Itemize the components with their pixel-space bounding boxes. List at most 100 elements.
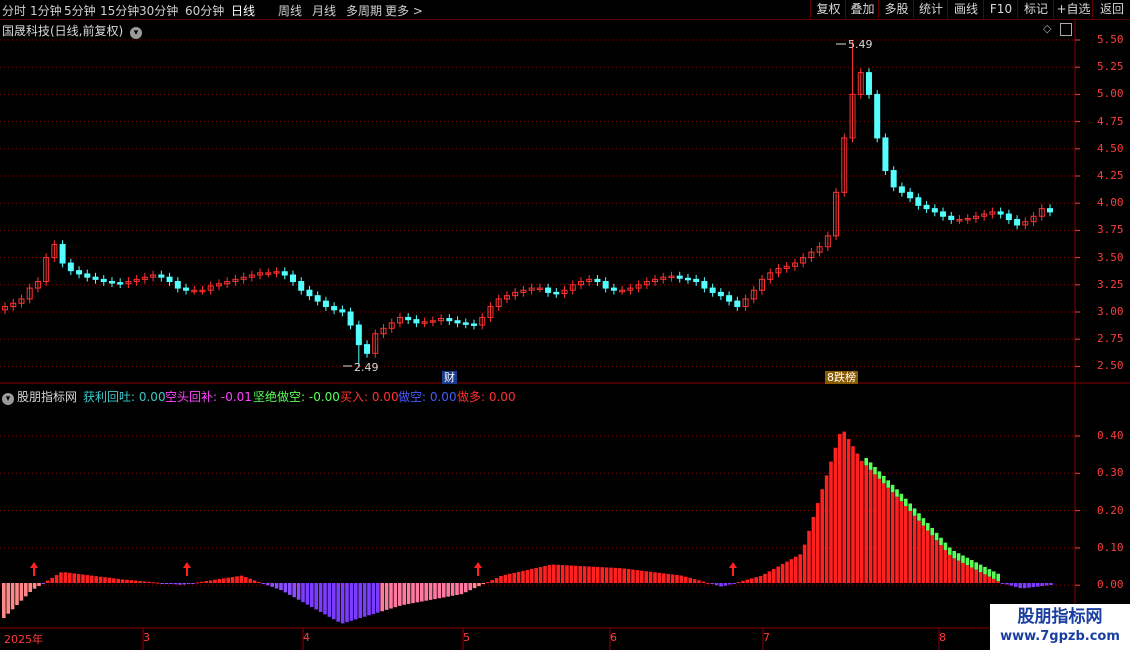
indicator-bar [675, 575, 679, 583]
indicator-bar [459, 583, 464, 595]
indicator-bar [547, 565, 552, 583]
candle-body [84, 273, 91, 278]
candle-body [339, 309, 346, 313]
indicator-bar [129, 580, 134, 583]
date-label: 8 [939, 631, 946, 644]
indicator-bar [230, 577, 235, 583]
indicator-bar [367, 583, 371, 616]
indicator-bar [1031, 583, 1036, 588]
indicator-bar-green [886, 480, 890, 488]
indicator-bar [908, 510, 912, 583]
candle-body [364, 344, 371, 354]
indicator-bar [28, 583, 32, 592]
indicator-bar [970, 567, 974, 583]
indicator-bar [178, 583, 182, 585]
panel-toggle-icon[interactable] [1060, 23, 1072, 36]
indicator-bar [965, 565, 970, 583]
indicator-bar [499, 575, 503, 583]
candle-body [347, 311, 354, 326]
chevron-down-icon[interactable]: ▾ [130, 27, 143, 39]
indicator-bar [248, 578, 252, 583]
indicator-bar [534, 567, 538, 583]
candle-body [322, 300, 329, 308]
indicator-value: 买入: 0.00 [340, 390, 399, 404]
indicator-bar [631, 569, 635, 583]
indicator-bar [926, 530, 930, 583]
price-tick-label: 5.00 [1097, 87, 1124, 101]
indicator-bar [15, 583, 19, 606]
indicator-bar [362, 583, 367, 617]
candle-body [306, 289, 313, 297]
indicator-bar [239, 575, 244, 583]
indicator-bar [125, 579, 129, 583]
indicator-bar [415, 583, 420, 603]
indicator-bar [816, 503, 820, 583]
dragon-tiger-tag[interactable]: 8跌榜 [825, 371, 858, 384]
high-price-label: 5.49 [848, 38, 873, 51]
indicator-bar [156, 582, 160, 584]
indicator-bar [719, 583, 723, 587]
candle-body [76, 270, 83, 275]
indicator-tick-label: 0.40 [1097, 429, 1124, 442]
indicator-bar-green [921, 518, 926, 526]
candle-body [931, 208, 938, 213]
candle-body [331, 306, 338, 311]
candle-body [602, 281, 609, 289]
indicator-bar [732, 583, 736, 584]
chevron-down-icon[interactable]: ▾ [2, 393, 14, 405]
candle-body [997, 211, 1004, 215]
indicator-bar [798, 554, 802, 583]
indicator-bar [164, 583, 169, 584]
date-label: 2025年 [4, 633, 43, 646]
indicator-title: ▾ 股朋指标网 [2, 388, 77, 405]
candle-body [67, 262, 74, 272]
indicator-bar [789, 559, 794, 583]
watermark-title: 股朋指标网 [1017, 607, 1103, 627]
indicator-bar [398, 583, 402, 606]
indicator-bar [961, 562, 965, 583]
candle-body [166, 276, 173, 283]
indicator-bar [596, 566, 600, 583]
indicator-bar [939, 545, 943, 583]
indicator-bar [600, 567, 604, 583]
indicator-bar [472, 583, 477, 589]
indicator-bar [679, 575, 684, 583]
indicator-bar [182, 583, 186, 585]
indicator-bar [684, 576, 688, 583]
indicator-bar [406, 583, 411, 604]
candle-body [174, 281, 181, 289]
indicator-bar [921, 525, 926, 583]
indicator-bar [1000, 583, 1005, 584]
indicator-bar [640, 570, 644, 583]
diamond-icon[interactable]: ◇ [1043, 22, 1051, 35]
indicator-value: 获利回吐: 0.00 [83, 390, 166, 404]
indicator-bar [723, 583, 728, 586]
indicator-bar-green [934, 532, 939, 541]
indicator-bar [873, 474, 877, 583]
indicator-bar [701, 581, 706, 583]
indicator-bar [670, 574, 675, 583]
indicator-value: 空头回补: -0.01 [165, 390, 252, 404]
indicator-bar-green [970, 560, 974, 568]
indicator-bar [868, 469, 873, 583]
indicator-bar [503, 574, 508, 583]
date-label: 7 [763, 631, 770, 644]
finance-tag[interactable]: 财 [442, 371, 457, 384]
indicator-bar [882, 483, 886, 583]
indicator-bar-green [987, 569, 992, 577]
candle-body [717, 291, 724, 297]
indicator-bar [116, 578, 120, 583]
indicator-bar [213, 579, 217, 583]
indicator-bar [692, 579, 697, 583]
indicator-bar [538, 566, 543, 583]
price-tick-label: 3.00 [1097, 305, 1124, 318]
indicator-value: 坚绝做空: -0.00 [253, 390, 340, 404]
indicator-bar [556, 564, 560, 583]
price-tick-label: 3.50 [1097, 250, 1124, 264]
indicator-bar-green [908, 503, 912, 511]
indicator-bar [288, 583, 292, 595]
chart-canvas[interactable] [0, 0, 1130, 650]
indicator-bar [314, 583, 318, 610]
candle-body [701, 281, 708, 289]
indicator-tick-label: 0.10 [1097, 540, 1124, 554]
